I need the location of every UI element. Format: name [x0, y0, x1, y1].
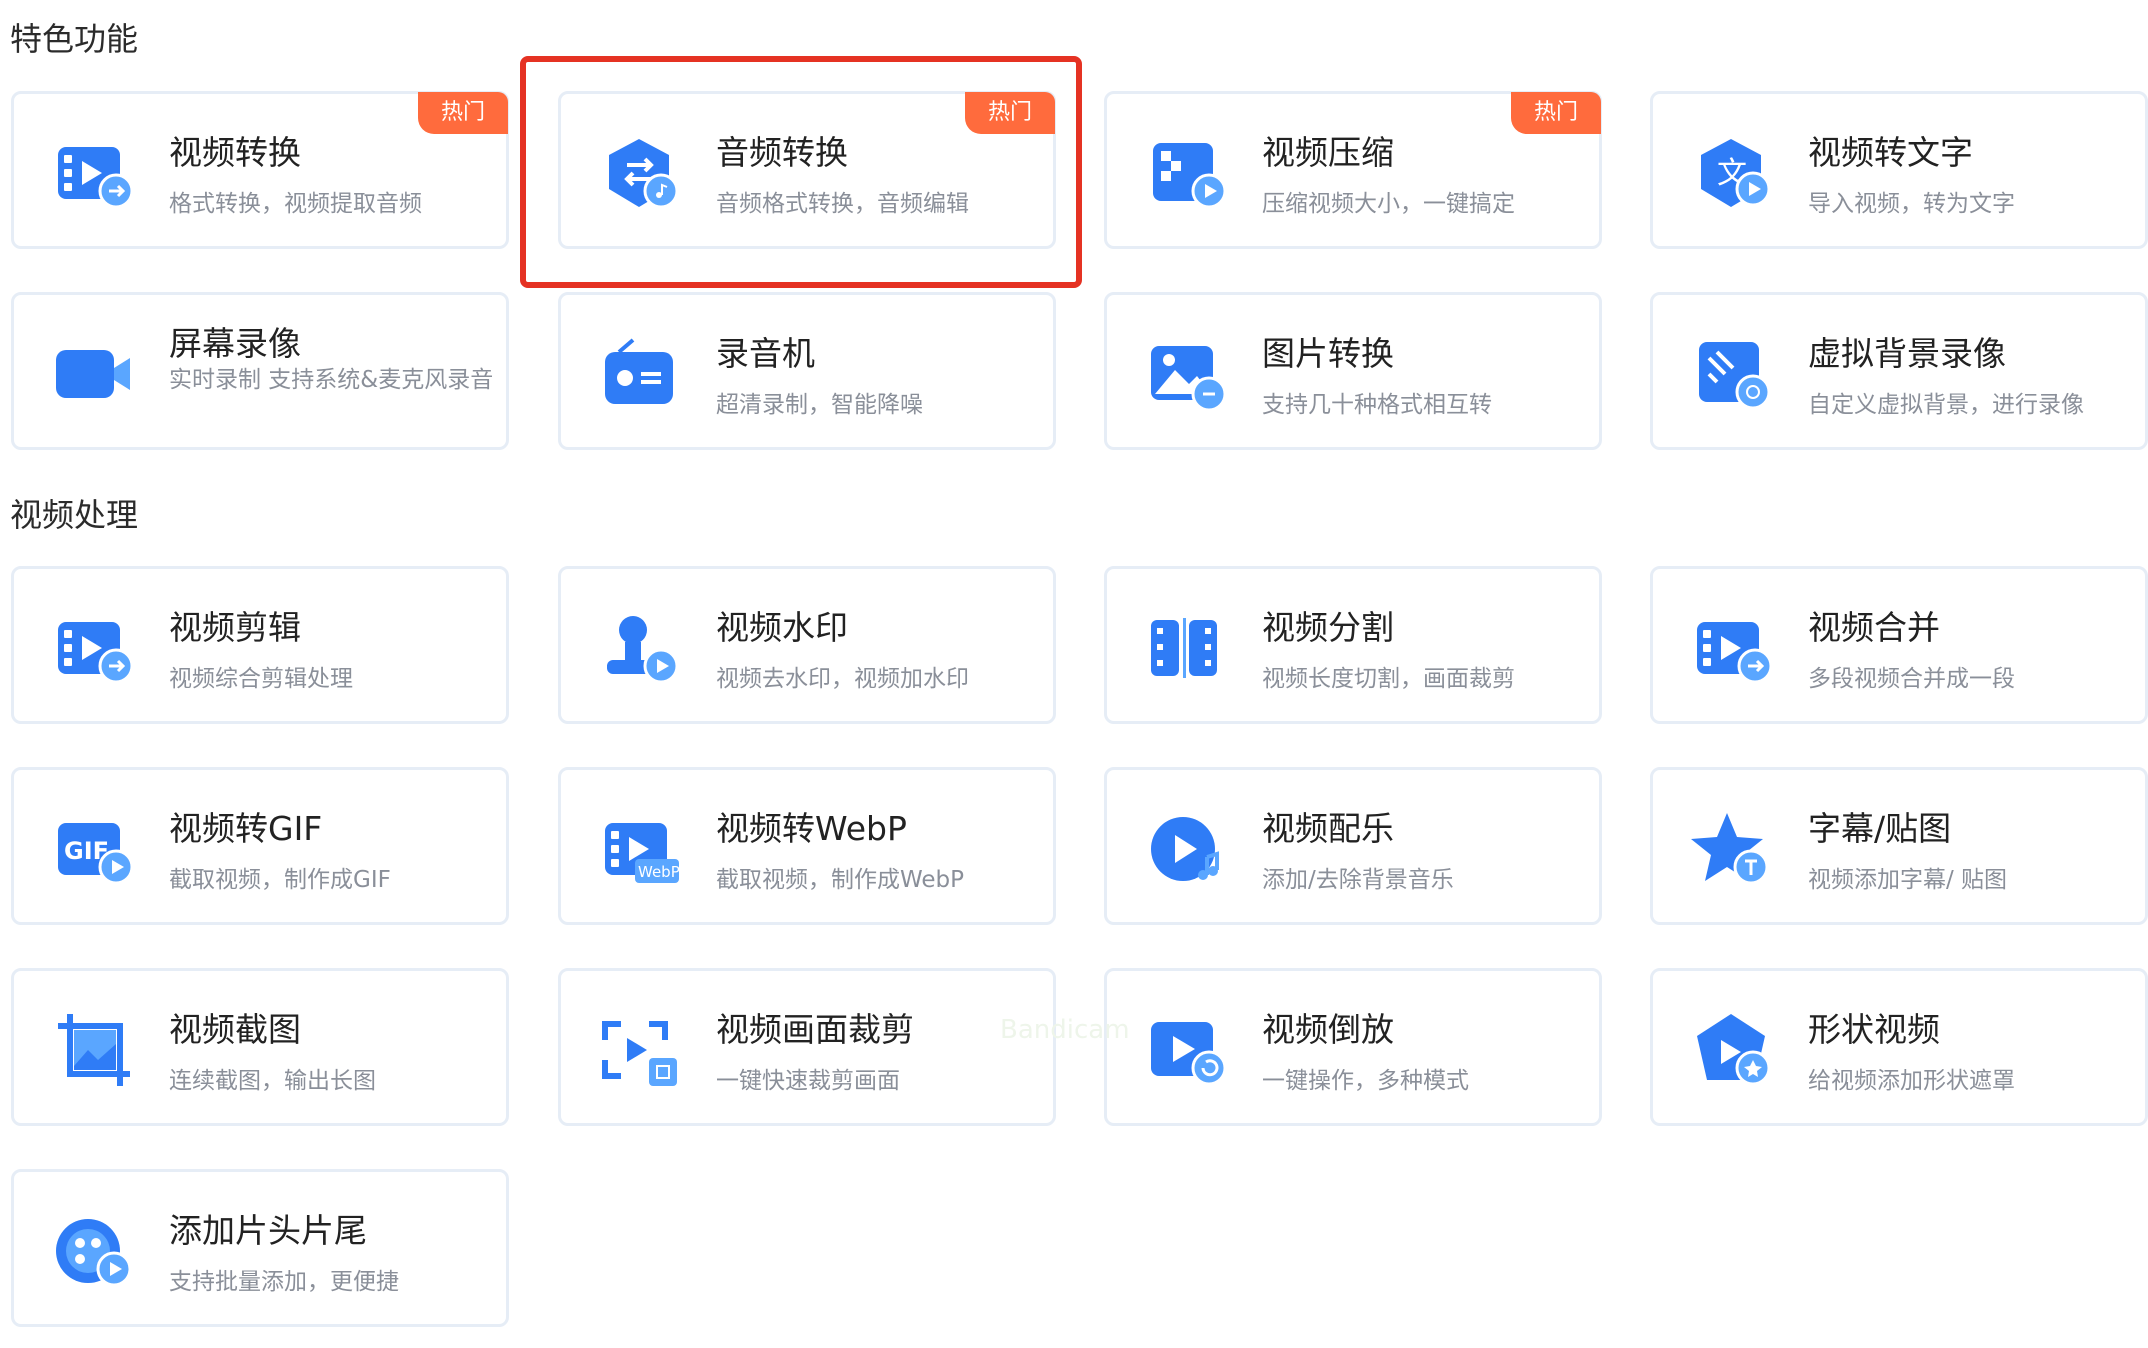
audio-convert-icon	[599, 133, 683, 213]
shape-icon	[1691, 1010, 1775, 1090]
card-title: 视频转WebP	[716, 809, 907, 848]
video-convert-icon	[52, 133, 136, 213]
card-description: 视频去水印，视频加水印	[716, 666, 969, 692]
reverse-icon	[1145, 1010, 1229, 1090]
card-title: 虚拟背景录像	[1808, 334, 2006, 373]
feature-card-screenshot[interactable]: 视频截图连续截图，输出长图	[11, 968, 509, 1126]
card-description: 截取视频，制作成GIF	[169, 867, 391, 893]
feature-card-video-merge[interactable]: 视频合并多段视频合并成一段	[1650, 566, 2148, 724]
card-title: 视频配乐	[1262, 809, 1394, 848]
card-title: 屏幕录像	[169, 324, 301, 363]
card-description: 支持几十种格式相互转	[1262, 392, 1492, 418]
music-icon	[1145, 809, 1229, 889]
feature-card-video-edit[interactable]: 视频剪辑视频综合剪辑处理	[11, 566, 509, 724]
card-title: 视频转文字	[1808, 133, 1973, 172]
card-description: 超清录制，智能降噪	[716, 392, 923, 418]
card-description: 添加/去除背景音乐	[1262, 867, 1454, 893]
recorder-icon	[599, 334, 683, 414]
section-title-featured: 特色功能	[10, 20, 139, 58]
card-title: 形状视频	[1808, 1010, 1940, 1049]
video-edit-icon	[52, 608, 136, 688]
card-description: 多段视频合并成一段	[1808, 666, 2015, 692]
feature-card-webp[interactable]: WebP 视频转WebP 截取视频，制作成WebP	[558, 767, 1056, 925]
webp-icon: WebP	[599, 809, 683, 889]
screenshot-icon	[52, 1010, 136, 1090]
watermark-text: Bandicam	[1000, 1015, 1130, 1045]
video-split-icon	[1145, 608, 1229, 688]
card-title: 视频画面裁剪	[716, 1010, 914, 1049]
image-convert-icon	[1145, 334, 1229, 414]
video-compress-icon	[1145, 133, 1229, 213]
feature-card-audio-convert[interactable]: 音频转换音频格式转换，音频编辑 热门	[558, 91, 1056, 249]
card-title: 视频水印	[716, 608, 848, 647]
feature-card-video-compress[interactable]: 视频压缩压缩视频大小，一键搞定 热门	[1104, 91, 1602, 249]
subtitle-icon	[1691, 809, 1775, 889]
card-description: 自定义虚拟背景，进行录像	[1808, 392, 2084, 418]
feature-card-subtitle[interactable]: 字幕/贴图视频添加字幕/ 贴图	[1650, 767, 2148, 925]
feature-card-shape[interactable]: 形状视频给视频添加形状遮罩	[1650, 968, 2148, 1126]
screen-record-icon	[52, 334, 136, 414]
feature-card-image-convert[interactable]: 图片转换支持几十种格式相互转	[1104, 292, 1602, 450]
card-description: 视频添加字幕/ 贴图	[1808, 867, 2008, 893]
card-description: 音频格式转换，音频编辑	[716, 191, 969, 217]
feature-card-video-convert[interactable]: 视频转换格式转换，视频提取音频 热门	[11, 91, 509, 249]
svg-text:WebP: WebP	[638, 863, 680, 881]
feature-card-screen-record[interactable]: 屏幕录像实时录制 支持系统&麦克风录音	[11, 292, 509, 450]
card-title: 视频转换	[169, 133, 301, 172]
hot-badge: 热门	[418, 92, 508, 134]
card-description: 给视频添加形状遮罩	[1808, 1068, 2015, 1094]
card-description: 截取视频，制作成WebP	[716, 867, 965, 893]
card-title: 视频分割	[1262, 608, 1394, 647]
card-description: 视频长度切割，画面裁剪	[1262, 666, 1515, 692]
section-title-video-processing: 视频处理	[10, 496, 139, 534]
video-merge-icon	[1691, 608, 1775, 688]
feature-card-intro-outro[interactable]: 添加片头片尾支持批量添加，更便捷	[11, 1169, 509, 1327]
card-title: 音频转换	[716, 133, 848, 172]
crop-icon	[599, 1010, 683, 1090]
card-title: 视频倒放	[1262, 1010, 1394, 1049]
feature-card-music[interactable]: 视频配乐添加/去除背景音乐	[1104, 767, 1602, 925]
feature-card-gif[interactable]: GIF 视频转GIF 截取视频，制作成GIF	[11, 767, 509, 925]
card-description: 格式转换，视频提取音频	[169, 191, 422, 217]
card-title: 视频合并	[1808, 608, 1940, 647]
feature-card-recorder[interactable]: 录音机超清录制，智能降噪	[558, 292, 1056, 450]
card-title: 字幕/贴图	[1808, 809, 1952, 848]
card-title: 视频转GIF	[169, 809, 323, 848]
card-title: 视频压缩	[1262, 133, 1394, 172]
card-title: 图片转换	[1262, 334, 1394, 373]
hot-badge: 热门	[965, 92, 1055, 134]
hot-badge: 热门	[1511, 92, 1601, 134]
card-description: 压缩视频大小，一键搞定	[1262, 191, 1515, 217]
card-description: 一键操作，多种模式	[1262, 1068, 1469, 1094]
card-description: 连续截图，输出长图	[169, 1068, 376, 1094]
card-description: 导入视频，转为文字	[1808, 191, 2015, 217]
feature-card-video-split[interactable]: 视频分割视频长度切割，画面裁剪	[1104, 566, 1602, 724]
card-description: 一键快速裁剪画面	[716, 1068, 900, 1094]
video-to-text-icon: 文	[1691, 133, 1775, 213]
intro-outro-icon	[52, 1211, 136, 1291]
card-title: 视频剪辑	[169, 608, 301, 647]
watermark-icon	[599, 608, 683, 688]
card-title: 添加片头片尾	[169, 1211, 367, 1250]
feature-card-reverse[interactable]: 视频倒放一键操作，多种模式	[1104, 968, 1602, 1126]
card-description: 支持批量添加，更便捷	[169, 1269, 399, 1295]
feature-card-crop[interactable]: 视频画面裁剪一键快速裁剪画面	[558, 968, 1056, 1126]
feature-card-watermark[interactable]: 视频水印视频去水印，视频加水印	[558, 566, 1056, 724]
card-title: 录音机	[716, 334, 815, 373]
gif-icon: GIF	[52, 809, 136, 889]
card-description: 实时录制 支持系统&麦克风录音	[169, 367, 494, 393]
card-title: 视频截图	[169, 1010, 301, 1049]
feature-card-video-to-text[interactable]: 文视频转文字导入视频，转为文字	[1650, 91, 2148, 249]
card-description: 视频综合剪辑处理	[169, 666, 353, 692]
feature-card-virtual-bg[interactable]: 虚拟背景录像自定义虚拟背景，进行录像	[1650, 292, 2148, 450]
virtual-bg-icon	[1691, 334, 1775, 414]
